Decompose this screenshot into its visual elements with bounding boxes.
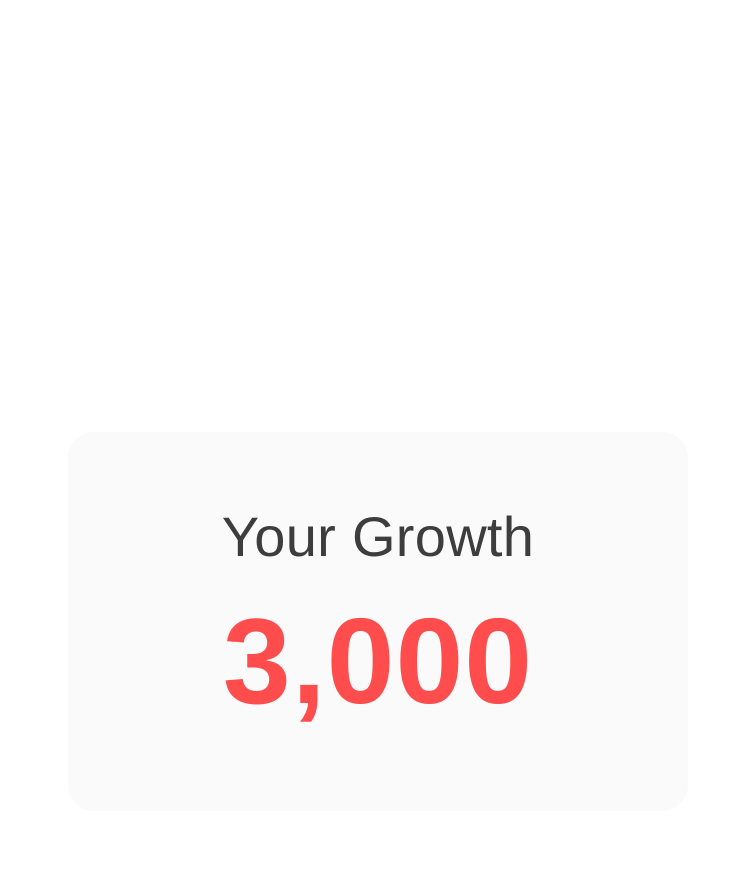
growth-title: Your Growth <box>221 505 535 568</box>
growth-card: Your Growth 3,000 <box>68 432 688 811</box>
growth-value: 3,000 <box>222 593 534 729</box>
